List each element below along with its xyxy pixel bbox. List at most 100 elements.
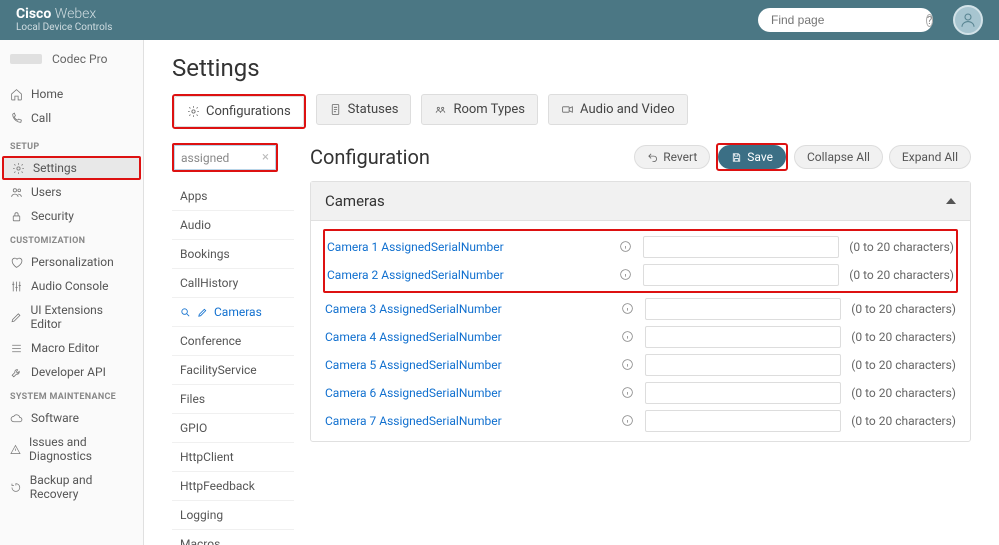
sidebar-section-system: SYSTEM MAINTENANCE [0, 384, 143, 406]
filter-item-gpio[interactable]: GPIO [172, 414, 294, 443]
revert-button[interactable]: Revert [634, 145, 710, 169]
filter-search-value: assigned [181, 151, 229, 165]
collapse-all-button[interactable]: Collapse All [794, 145, 883, 169]
config-hint: (0 to 20 characters) [851, 386, 956, 400]
serial-input[interactable] [645, 326, 841, 348]
wrench-icon [10, 366, 23, 379]
tab-label: Audio and Video [580, 102, 675, 117]
av-icon [561, 103, 574, 116]
config-label-link[interactable]: Camera 1 AssignedSerialNumber [327, 240, 609, 254]
edit-icon [197, 307, 208, 318]
filter-list: Apps Audio Bookings CallHistory Cameras … [172, 182, 294, 545]
serial-input[interactable] [645, 298, 841, 320]
config-row: Camera 4 AssignedSerialNumber (0 to 20 c… [311, 323, 970, 351]
sidebar-item-developer-api[interactable]: Developer API [0, 360, 143, 384]
config-row: Camera 6 AssignedSerialNumber (0 to 20 c… [311, 379, 970, 407]
sidebar-item-label: Security [31, 209, 74, 223]
filter-item-logging[interactable]: Logging [172, 501, 294, 530]
device-name: Codec Pro [52, 52, 107, 66]
info-icon[interactable] [619, 240, 633, 254]
find-page-search[interactable]: ? [758, 8, 933, 32]
sidebar-item-label: Backup and Recovery [30, 473, 133, 501]
config-hint: (0 to 20 characters) [849, 240, 954, 254]
save-button[interactable]: Save [718, 145, 786, 169]
sidebar-item-users[interactable]: Users [0, 180, 143, 204]
config-hint: (0 to 20 characters) [851, 330, 956, 344]
config-label-link[interactable]: Camera 2 AssignedSerialNumber [327, 268, 609, 282]
call-icon [10, 112, 23, 125]
filter-item-files[interactable]: Files [172, 385, 294, 414]
sidebar-item-label: Software [31, 411, 79, 425]
serial-input[interactable] [643, 236, 839, 258]
config-row: Camera 5 AssignedSerialNumber (0 to 20 c… [311, 351, 970, 379]
sidebar-item-call[interactable]: Call [0, 106, 143, 130]
tab-room-types[interactable]: Room Types [421, 94, 538, 125]
device-thumbnail [10, 54, 42, 64]
filter-item-callhistory[interactable]: CallHistory [172, 269, 294, 298]
filter-item-audio[interactable]: Audio [172, 211, 294, 240]
serial-input[interactable] [645, 354, 841, 376]
serial-input[interactable] [645, 410, 841, 432]
info-icon[interactable] [621, 358, 635, 372]
filter-item-httpclient[interactable]: HttpClient [172, 443, 294, 472]
home-icon [10, 88, 23, 101]
brand-name: Cisco [16, 6, 51, 22]
info-icon[interactable] [619, 268, 633, 282]
config-label-link[interactable]: Camera 4 AssignedSerialNumber [325, 330, 611, 344]
restore-icon [10, 481, 22, 494]
sidebar-item-backup[interactable]: Backup and Recovery [0, 468, 143, 506]
filter-item-bookings[interactable]: Bookings [172, 240, 294, 269]
sidebar-item-security[interactable]: Security [0, 204, 143, 228]
collapse-icon [946, 198, 956, 204]
configuration-title: Configuration [310, 145, 430, 169]
filter-search-box[interactable]: assigned × [174, 145, 276, 170]
filter-item-macros[interactable]: Macros [172, 530, 294, 545]
info-icon[interactable] [621, 330, 635, 344]
sidebar-item-label: Users [31, 185, 62, 199]
sidebar-item-software[interactable]: Software [0, 406, 143, 430]
panel-header[interactable]: Cameras [311, 182, 970, 221]
expand-all-button[interactable]: Expand All [889, 145, 971, 169]
tab-audio-video[interactable]: Audio and Video [548, 94, 688, 125]
alert-icon [10, 443, 21, 456]
info-icon[interactable] [621, 302, 635, 316]
sidebar-item-ui-extensions[interactable]: UI Extensions Editor [0, 298, 143, 336]
serial-input[interactable] [643, 264, 839, 286]
info-icon[interactable] [621, 386, 635, 400]
filter-item-cameras[interactable]: Cameras [172, 298, 294, 327]
heart-icon [10, 256, 23, 269]
tab-statuses[interactable]: Statuses [316, 94, 412, 125]
user-avatar[interactable] [953, 5, 983, 35]
config-hint: (0 to 20 characters) [851, 302, 956, 316]
config-label-link[interactable]: Camera 5 AssignedSerialNumber [325, 358, 611, 372]
config-label-link[interactable]: Camera 6 AssignedSerialNumber [325, 386, 611, 400]
clear-filter-icon[interactable]: × [262, 150, 269, 165]
config-label-link[interactable]: Camera 3 AssignedSerialNumber [325, 302, 611, 316]
cameras-panel: Cameras Camera 1 AssignedSerialNumber (0… [310, 181, 971, 442]
sidebar-section-setup: SETUP [0, 134, 143, 156]
top-bar: Cisco Webex Local Device Controls ? [0, 0, 999, 40]
sidebar-item-settings[interactable]: Settings [2, 156, 141, 180]
serial-input[interactable] [645, 382, 841, 404]
lock-icon [10, 210, 23, 223]
tab-configurations[interactable]: Configurations [174, 96, 304, 127]
sidebar-item-audio-console[interactable]: Audio Console [0, 274, 143, 298]
find-page-input[interactable] [771, 13, 926, 27]
tab-label: Configurations [206, 104, 291, 119]
sidebar-item-label: UI Extensions Editor [31, 303, 134, 331]
help-icon[interactable]: ? [926, 14, 933, 27]
device-row[interactable]: Codec Pro [0, 40, 143, 78]
sidebar-item-macro-editor[interactable]: Macro Editor [0, 336, 143, 360]
sidebar-item-personalization[interactable]: Personalization [0, 250, 143, 274]
config-label-link[interactable]: Camera 7 AssignedSerialNumber [325, 414, 611, 428]
info-icon[interactable] [621, 414, 635, 428]
brand-product: Webex [55, 6, 96, 22]
filter-item-conference[interactable]: Conference [172, 327, 294, 356]
sidebar-item-label: Issues and Diagnostics [29, 435, 133, 463]
sidebar-item-label: Settings [33, 161, 77, 175]
sidebar-item-home[interactable]: Home [0, 82, 143, 106]
filter-item-httpfeedback[interactable]: HttpFeedback [172, 472, 294, 501]
filter-item-facilityservice[interactable]: FacilityService [172, 356, 294, 385]
sidebar-item-issues[interactable]: Issues and Diagnostics [0, 430, 143, 468]
filter-item-apps[interactable]: Apps [172, 182, 294, 211]
